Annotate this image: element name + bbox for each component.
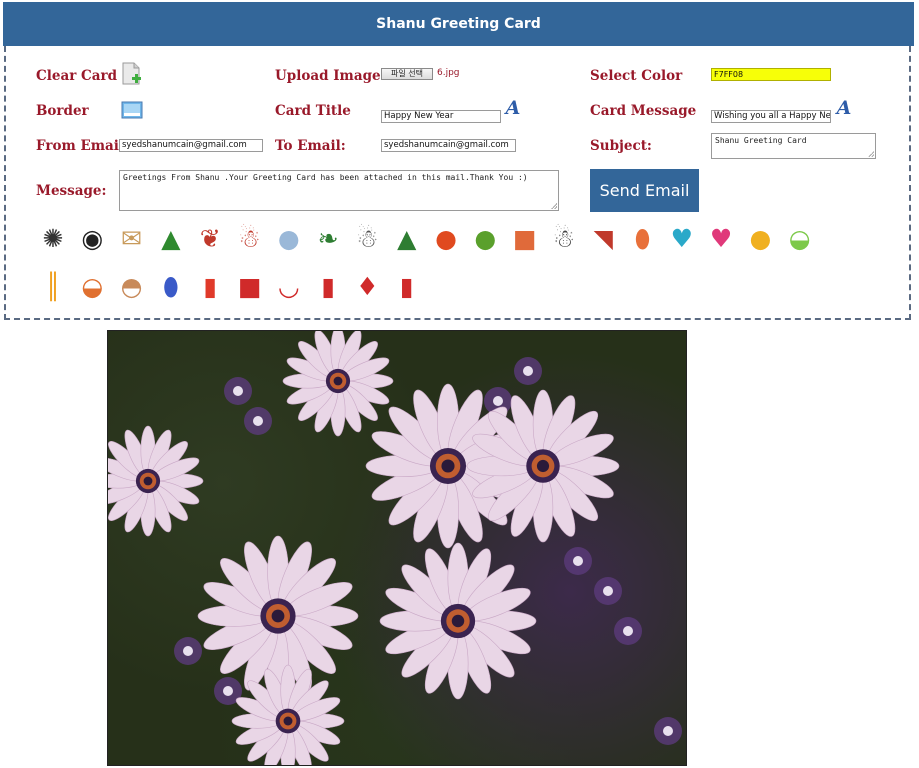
border-icon[interactable]: [121, 100, 143, 120]
snow-globe-icon[interactable]: ●: [274, 222, 304, 256]
message-label: Message:: [36, 183, 107, 199]
card-title-font-button[interactable]: A: [503, 98, 523, 118]
blue-egg-icon[interactable]: ⬮: [156, 270, 186, 304]
choose-file-button[interactable]: 파일 선택: [381, 68, 433, 80]
card-message-input[interactable]: Wishing you all a Happy Ne: [711, 110, 831, 123]
candles-icon[interactable]: ║: [38, 270, 68, 304]
cupcake-icon[interactable]: ◓: [117, 270, 147, 304]
pink-heart-icon[interactable]: ♥: [706, 222, 736, 256]
to-email-label: To Email:: [275, 138, 346, 154]
small-tree-icon[interactable]: ▲: [392, 222, 422, 256]
message-text: Greetings From Shanu .Your Greeting Card…: [123, 173, 528, 182]
firecracker-icon[interactable]: ▮: [313, 270, 343, 304]
clear-card-icon[interactable]: [121, 62, 143, 88]
green-cake-icon[interactable]: ◒: [785, 222, 815, 256]
christmas-tree-icon[interactable]: ▲: [156, 222, 186, 256]
bells-bow-icon[interactable]: ❦: [195, 222, 225, 256]
snowman-hat-icon[interactable]: ☃: [549, 222, 579, 256]
red-gift-icon[interactable]: ■: [235, 270, 265, 304]
resize-grip[interactable]: [551, 203, 557, 209]
santa-icon[interactable]: ☃: [235, 222, 265, 256]
heart-balloons-icon[interactable]: ♥: [667, 222, 697, 256]
resize-grip[interactable]: [868, 151, 874, 157]
holly-icon[interactable]: ❧: [313, 222, 343, 256]
lantern-icon[interactable]: ♦: [352, 270, 382, 304]
sleigh-icon[interactable]: ◥: [588, 222, 618, 256]
select-color-label: Select Color: [590, 68, 683, 84]
birthday-cake-icon[interactable]: ◒: [77, 270, 107, 304]
gift-box-icon[interactable]: ■: [510, 222, 540, 256]
subject-label: Subject:: [590, 138, 652, 154]
selected-file-name: 6.jpg: [437, 68, 460, 78]
candle-icon[interactable]: ▮: [195, 270, 225, 304]
message-textarea[interactable]: Greetings From Shanu .Your Greeting Card…: [119, 170, 559, 211]
clear-card-label: Clear Card: [36, 68, 118, 84]
snowman-icon[interactable]: ☃: [352, 222, 382, 256]
card-title-input[interactable]: Happy New Year: [381, 110, 501, 123]
from-email-field[interactable]: syedshanumcain@gmail.com: [119, 139, 263, 152]
year-2016-icon[interactable]: ◉: [77, 222, 107, 256]
subject-textarea[interactable]: Shanu Greeting Card: [711, 133, 876, 159]
diya-lamp-icon[interactable]: ◡: [274, 270, 304, 304]
color-input[interactable]: F7FF08: [711, 68, 831, 81]
rocket-cracker-icon[interactable]: ▮: [392, 270, 422, 304]
from-email-label: From Email:: [36, 138, 130, 154]
page-title: Shanu Greeting Card: [3, 2, 914, 46]
red-ornament-icon[interactable]: ●: [431, 222, 461, 256]
balloon-icon[interactable]: ⬮: [628, 222, 658, 256]
upload-image-label: Upload Image :: [275, 68, 391, 84]
card-message-label: Card Message: [590, 103, 697, 119]
border-label: Border: [36, 103, 89, 119]
to-email-field[interactable]: syedshanumcain@gmail.com: [381, 139, 516, 152]
card-background-image: [107, 330, 687, 766]
envelope-icon[interactable]: ✉: [117, 222, 147, 256]
card-title-label: Card Title: [275, 103, 351, 119]
happy-new-year-sticker-icon[interactable]: ✺: [38, 222, 68, 256]
send-email-button[interactable]: Send Email: [590, 169, 699, 212]
green-ornament-icon[interactable]: ●: [470, 222, 500, 256]
subject-text: Shanu Greeting Card: [715, 136, 807, 145]
card-message-font-button[interactable]: A: [834, 98, 854, 118]
balloons-icon[interactable]: ●: [745, 222, 775, 256]
